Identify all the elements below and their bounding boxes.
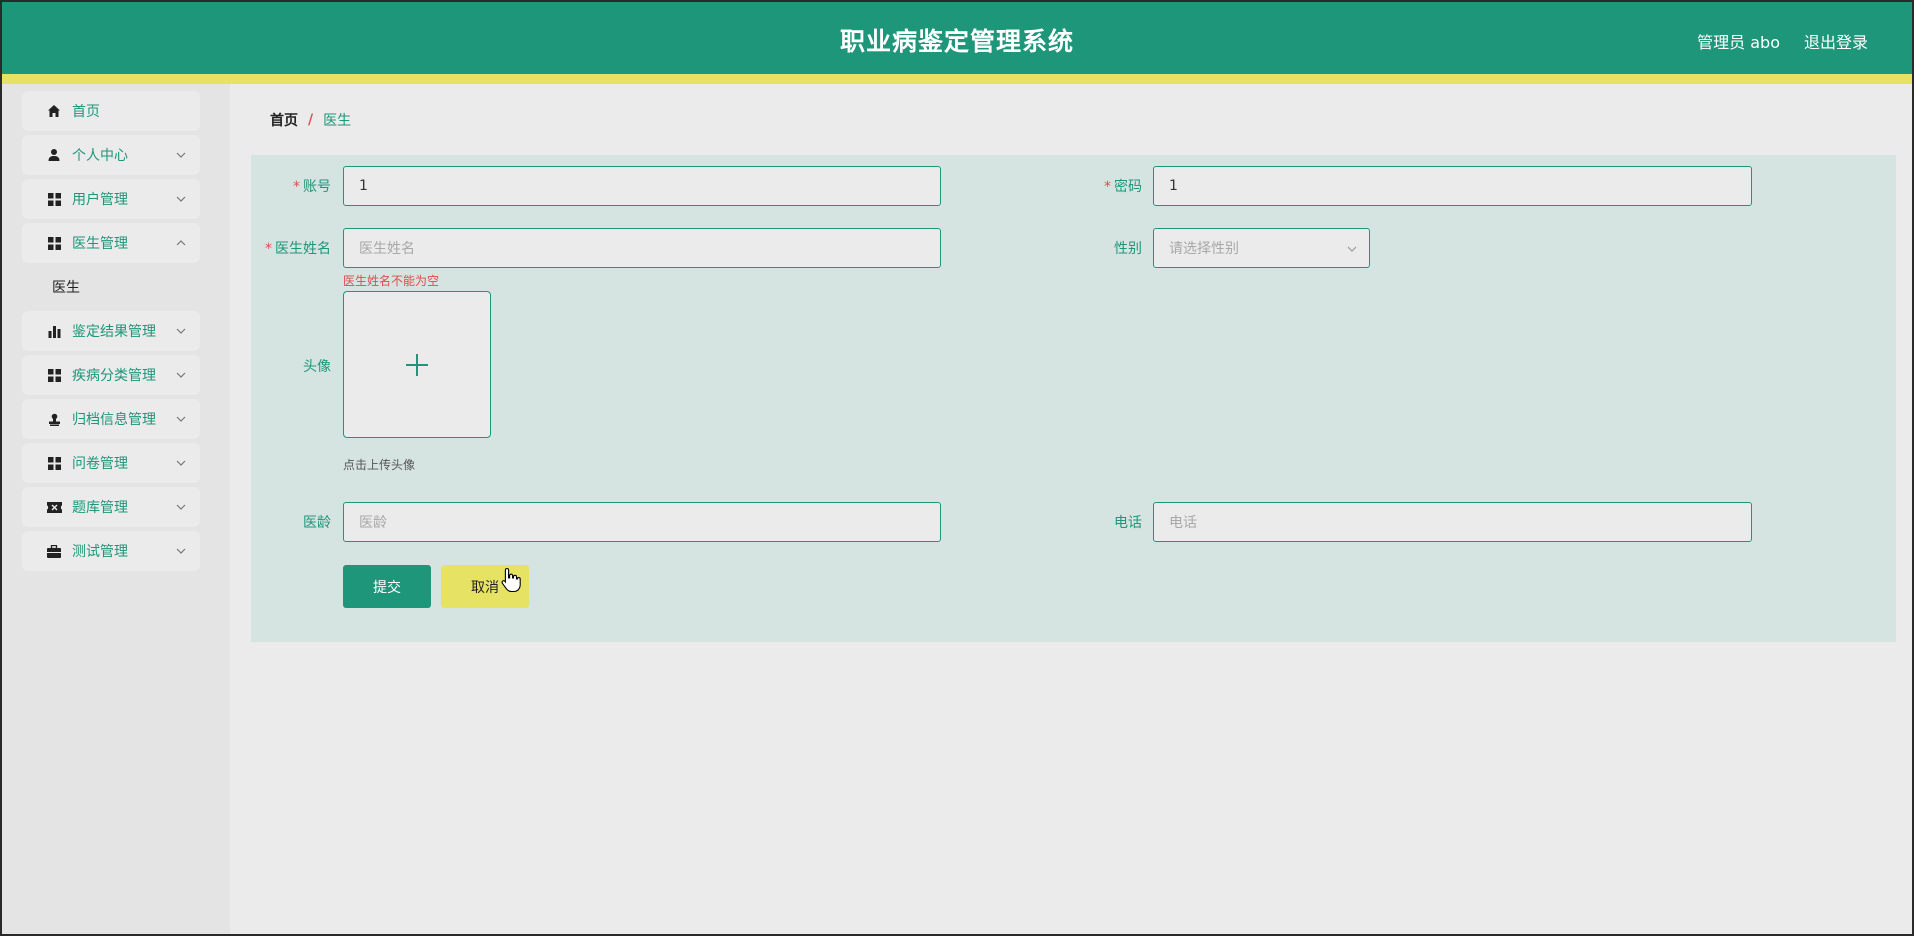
ticket-icon (46, 499, 62, 515)
sidebar: 首页 个人中心 用户管理 医生管理 医生 鉴定结果管理 疾病分类管理 归档信息管… (2, 84, 230, 934)
bar-chart-icon (46, 323, 62, 339)
stamp-icon (46, 411, 62, 427)
chevron-down-icon (174, 148, 188, 162)
sidebar-item-label: 问卷管理 (72, 456, 128, 472)
breadcrumb-home[interactable]: 首页 (270, 110, 298, 130)
doctor-name-label: * 医生姓名 (265, 241, 331, 257)
experience-field[interactable]: 医龄 (343, 502, 941, 542)
sidebar-item-label: 测试管理 (72, 544, 128, 560)
chevron-down-icon (1347, 246, 1357, 252)
sidebar-item-home[interactable]: 首页 (22, 91, 200, 131)
sidebar-item-questionnaire[interactable]: 问卷管理 (22, 443, 200, 483)
chevron-up-icon (174, 236, 188, 250)
sidebar-item-label: 用户管理 (72, 192, 128, 208)
sidebar-item-archive-info[interactable]: 归档信息管理 (22, 399, 200, 439)
sidebar-item-question-bank[interactable]: 题库管理 (22, 487, 200, 527)
hand-pointer-icon (501, 567, 521, 593)
grid-icon (46, 235, 62, 251)
top-header: 职业病鉴定管理系统 管理员 abo 退出登录 (2, 2, 1912, 74)
breadcrumb: 首页 / 医生 (270, 110, 351, 130)
sidebar-item-doctor-management[interactable]: 医生管理 (22, 223, 200, 263)
header-accent-stripe (2, 74, 1912, 84)
sidebar-item-disease-category[interactable]: 疾病分类管理 (22, 355, 200, 395)
grid-icon (46, 455, 62, 471)
password-field[interactable]: 1 (1153, 166, 1752, 206)
doctor-name-field[interactable]: 医生姓名 (343, 228, 941, 268)
chevron-down-icon (174, 412, 188, 426)
password-label: * 密码 (1104, 179, 1142, 195)
chevron-down-icon (174, 500, 188, 514)
system-title: 职业病鉴定管理系统 (839, 27, 1074, 56)
user-icon (46, 147, 62, 163)
chevron-down-icon (174, 324, 188, 338)
home-icon (46, 103, 62, 119)
experience-label: 医龄 (303, 515, 331, 531)
sidebar-item-label: 归档信息管理 (72, 412, 156, 428)
grid-icon (46, 367, 62, 383)
briefcase-icon (46, 543, 62, 559)
sidebar-item-result-management[interactable]: 鉴定结果管理 (22, 311, 200, 351)
sidebar-item-label: 疾病分类管理 (72, 368, 156, 384)
chevron-down-icon (174, 192, 188, 206)
logout-link[interactable]: 退出登录 (1804, 29, 1868, 53)
breadcrumb-current: 医生 (323, 113, 352, 129)
gender-select[interactable]: 请选择性别 (1153, 228, 1370, 268)
doctor-name-error: 医生姓名不能为空 (343, 274, 440, 288)
avatar-label: 头像 (303, 359, 331, 375)
app-window: 职业病鉴定管理系统 管理员 abo 退出登录 首页 个人中心 用户管理 医生管理… (0, 0, 1914, 936)
sidebar-item-label: 个人中心 (72, 148, 128, 164)
account-label: * 账号 (293, 179, 331, 195)
sidebar-subitem-doctor[interactable]: 医生 (52, 277, 80, 297)
submit-button[interactable]: 提交 (343, 565, 431, 608)
sidebar-item-user-management[interactable]: 用户管理 (22, 179, 200, 219)
grid-icon (46, 191, 62, 207)
chevron-down-icon (174, 368, 188, 382)
breadcrumb-separator: / (308, 112, 314, 128)
avatar-upload[interactable] (343, 291, 491, 438)
sidebar-item-label: 题库管理 (72, 500, 128, 516)
avatar-upload-tip: 点击上传头像 (343, 458, 416, 472)
gender-label: 性别 (1114, 241, 1142, 257)
sidebar-item-label: 首页 (72, 104, 100, 120)
chevron-down-icon (174, 456, 188, 470)
phone-field[interactable]: 电话 (1153, 502, 1752, 542)
plus-icon (406, 353, 428, 376)
sidebar-item-label: 医生管理 (72, 236, 128, 252)
chevron-down-icon (174, 544, 188, 558)
sidebar-item-label: 鉴定结果管理 (72, 324, 156, 340)
phone-label: 电话 (1114, 515, 1142, 531)
sidebar-item-personal-center[interactable]: 个人中心 (22, 135, 200, 175)
current-user: 管理员 abo (1697, 33, 1780, 52)
sidebar-item-test-management[interactable]: 测试管理 (22, 531, 200, 571)
account-field[interactable]: 1 (343, 166, 941, 206)
